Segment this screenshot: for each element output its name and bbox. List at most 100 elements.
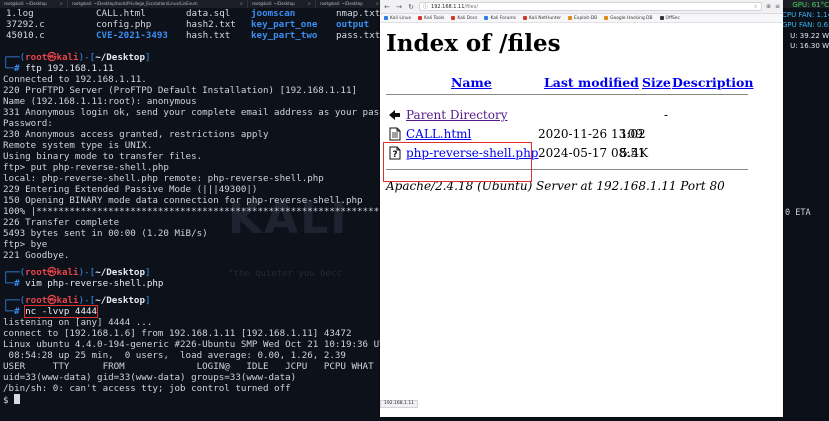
sort-by-name-link[interactable]: Name bbox=[451, 75, 492, 90]
file-icon bbox=[389, 127, 401, 141]
bookmark-label: OffSec bbox=[665, 15, 680, 21]
sort-by-description-link[interactable]: Description bbox=[672, 75, 753, 90]
bookmark-item[interactable]: Kali Forums bbox=[484, 16, 516, 21]
output-line: 220 ProFTPD Server (ProFTPD Default Inst… bbox=[3, 85, 358, 96]
bookmark-item[interactable]: OffSec bbox=[659, 15, 680, 21]
bookmark-label: Kali Forums bbox=[490, 15, 516, 21]
bookmark-item[interactable]: Kali NetHunter bbox=[522, 15, 562, 21]
bookmark-label: Kali NetHunter bbox=[528, 15, 562, 21]
ls-entry: hash.txt bbox=[186, 30, 231, 41]
command-line: └─# vim php-reverse-shell.php bbox=[3, 278, 163, 289]
prompt-bracket: )-[ bbox=[78, 267, 96, 278]
terminal-tab[interactable]: root@kali: ~/Desktop × bbox=[316, 0, 384, 8]
prompt-hash: └─# bbox=[3, 63, 26, 74]
page-info-icon[interactable]: ⓘ bbox=[423, 3, 428, 10]
tab-close-icon[interactable]: × bbox=[60, 1, 63, 6]
terminal-tab[interactable]: root@kali: ~/Desktop × bbox=[0, 0, 68, 8]
ls-entry: joomscan bbox=[251, 8, 296, 19]
terminal-window[interactable]: KALI "the quieter you becc 1.log CALL.htm… bbox=[0, 8, 380, 421]
bookmark-item[interactable]: Kali Tools bbox=[418, 16, 444, 21]
terminal-tab[interactable]: root@kali: ~/Desktop/tools/Privilege_Esc… bbox=[68, 0, 248, 8]
output-line: uid=33(www-data) gid=33(www-data) groups… bbox=[3, 372, 297, 383]
output-line: /bin/sh: 0: can't access tty; job contro… bbox=[3, 383, 291, 394]
shell-prompt-symbol: $ bbox=[3, 395, 15, 406]
sort-by-size-link[interactable]: Size bbox=[642, 75, 671, 90]
tab-close-icon[interactable]: × bbox=[376, 1, 379, 6]
prompt-bracket: ┌──( bbox=[3, 295, 26, 306]
header-divider bbox=[386, 94, 748, 95]
url-path: /files/ bbox=[464, 3, 479, 10]
bookmark-item[interactable]: Kali Docs bbox=[451, 16, 477, 21]
ls-entry: data.sql bbox=[186, 8, 231, 19]
output-line: 226 Transfer complete bbox=[3, 217, 120, 228]
call-html-link[interactable]: CALL.html bbox=[406, 127, 471, 141]
reload-icon[interactable]: ↻ bbox=[407, 3, 415, 11]
extensions-icon[interactable]: ⊕ bbox=[766, 3, 771, 10]
transfer-eta: 0 ETA bbox=[785, 208, 811, 218]
command-text: vim php-reverse-shell.php bbox=[25, 278, 164, 289]
prompt-bracket: ┌──( bbox=[3, 267, 26, 278]
bookmark-label: Kali Docs bbox=[457, 15, 478, 21]
tab-close-icon[interactable]: × bbox=[240, 1, 243, 6]
prompt-dir: ~/Desktop bbox=[95, 267, 145, 278]
bookmark-icon bbox=[384, 16, 388, 20]
output-line: 5493 bytes sent in 00:00 (1.20 MiB/s) bbox=[3, 228, 208, 239]
url-host: 192.168.1.11 bbox=[431, 3, 465, 10]
page-title: Index of /files bbox=[386, 30, 561, 57]
browser-window[interactable]: ← → ↻ ⓘ 192.168.1.11/files/ ☆ ⊕ ≡ Kali L… bbox=[380, 0, 783, 417]
netcat-command: nc -lvvp 4444 bbox=[24, 305, 99, 318]
output-line: Remote system type is UNIX. bbox=[3, 140, 153, 151]
prompt-bracket: ┌──( bbox=[3, 52, 26, 63]
sort-by-modified-link[interactable]: Last modified bbox=[544, 75, 639, 90]
address-bar[interactable]: ⓘ 192.168.1.11/files/ ☆ bbox=[419, 2, 762, 11]
prompt-user: root㉿kali bbox=[25, 295, 79, 306]
output-line: local: php-reverse-shell.php remote: php… bbox=[3, 173, 324, 184]
prompt-user: root㉿kali bbox=[25, 267, 79, 278]
output-line: Connected to 192.168.1.11. bbox=[3, 74, 147, 85]
system-monitor: GPU: 61°C CPU FAN: 1.149 V GPU FAN: 0.65… bbox=[782, 0, 829, 51]
bookmark-icon bbox=[484, 16, 489, 20]
highlight-box-shell-file bbox=[383, 142, 532, 182]
ls-entry: CALL.html bbox=[96, 8, 146, 19]
prompt-hash: └─# bbox=[3, 306, 26, 317]
ls-entry: 37292.c bbox=[6, 19, 45, 30]
output-line: 221 Goodbye. bbox=[3, 250, 70, 261]
output-line: 08:54:28 up 25 min, 0 users, load averag… bbox=[3, 350, 346, 361]
prompt-dir: ~/Desktop bbox=[95, 295, 145, 306]
prompt-hash: └─# bbox=[3, 278, 26, 289]
output-line: USER TTY FROM LOGIN@ IDLE JCPU PCPU WHAT bbox=[3, 361, 374, 372]
bookmark-item[interactable]: Kali Linux bbox=[384, 16, 411, 21]
terminal-tab[interactable]: root@kali: ~/Desktop × bbox=[248, 0, 316, 8]
ls-entry: 1.log bbox=[6, 8, 34, 19]
back-icon[interactable]: ← bbox=[383, 3, 391, 11]
watermark-slogan: "the quieter you becc bbox=[228, 269, 342, 279]
bookmark-star-icon[interactable]: ☆ bbox=[753, 4, 757, 10]
output-line: 230 Anonymous access granted, restrictio… bbox=[3, 129, 269, 140]
prompt-dir: ~/Desktop bbox=[95, 52, 145, 63]
listing-row-call-html: CALL.html 2020-11-26 13:02 109 bbox=[386, 126, 766, 142]
bookmark-icon bbox=[418, 16, 423, 20]
menu-icon[interactable]: ≡ bbox=[775, 3, 780, 10]
output-line: Linux ubuntu 4.4.0-194-generic #226-Ubun… bbox=[3, 339, 380, 350]
ls-entry: 45010.c bbox=[6, 30, 45, 41]
output-line: ftp> bye bbox=[3, 239, 48, 250]
link-status-bar: 192.168.1.11 bbox=[380, 400, 419, 408]
prompt-line: ┌──(root㉿kali)-[~/Desktop] bbox=[3, 295, 151, 306]
output-line: 100% |**********************************… bbox=[3, 206, 380, 217]
cpu-fan: CPU FAN: 1.149 V bbox=[782, 11, 829, 20]
gpu-fan: GPU FAN: 0.656 V bbox=[782, 21, 829, 30]
row-size: 5.4K bbox=[620, 146, 649, 160]
tab-close-icon[interactable]: × bbox=[308, 1, 311, 6]
prompt-bracket: )-[ bbox=[78, 295, 96, 306]
forward-icon[interactable]: → bbox=[395, 3, 403, 11]
bookmark-label: Kali Linux bbox=[390, 15, 412, 21]
command-line: └─# nc -lvvp 4444 bbox=[3, 305, 99, 318]
parent-directory-link[interactable]: Parent Directory bbox=[406, 108, 507, 122]
bookmark-icon bbox=[451, 16, 456, 20]
tab-title: root@kali: ~/Desktop bbox=[320, 1, 363, 6]
text-cursor bbox=[14, 394, 21, 404]
bookmark-label: Google Hacking DB bbox=[610, 15, 653, 21]
bookmark-item[interactable]: Exploit-DB bbox=[568, 16, 597, 21]
bookmarks-toolbar: Kali Linux Kali Tools Kali Docs Kali Forums… bbox=[380, 14, 783, 23]
bookmark-item[interactable]: Google Hacking DB bbox=[604, 15, 653, 21]
